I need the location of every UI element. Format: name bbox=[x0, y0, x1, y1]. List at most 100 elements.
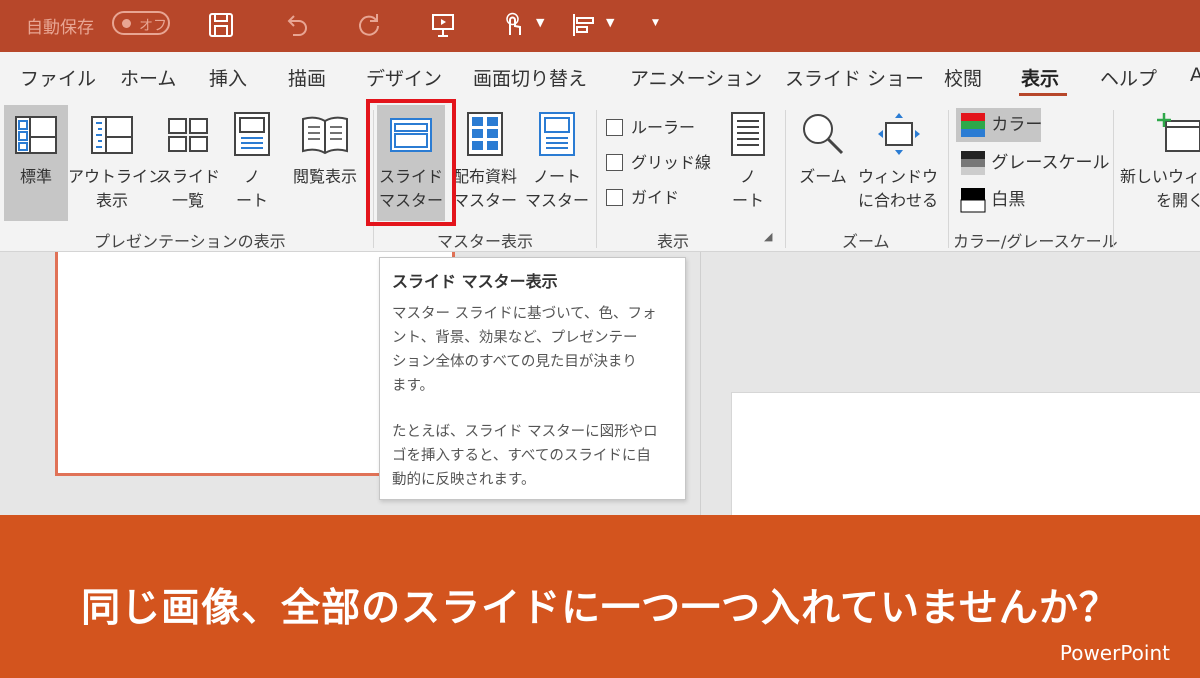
reading-view-icon bbox=[302, 116, 348, 155]
undo-icon[interactable] bbox=[280, 9, 312, 41]
new-window-button[interactable]: 新しいウィン を開く bbox=[1116, 105, 1200, 221]
checkbox-box[interactable] bbox=[606, 154, 623, 171]
tab-insert[interactable]: 挿入 bbox=[209, 64, 247, 91]
fit-to-window-button[interactable]: ウィンドウ に合わせる bbox=[854, 105, 942, 221]
group-separator bbox=[785, 110, 786, 248]
handout-master-button[interactable]: 配布資料 マスター bbox=[445, 105, 525, 221]
notes-pane-label-2: ート bbox=[731, 191, 764, 210]
group-separator bbox=[1113, 110, 1114, 248]
slide-master-tooltip: スライド マスター表示 マスター スライドに基づいて、色、フォ ント、背景、効果… bbox=[379, 257, 686, 500]
grayscale-label: グレースケール bbox=[991, 153, 1110, 173]
fit-to-window-label-1: ウィンドウ bbox=[857, 167, 938, 186]
toggle-dot bbox=[122, 19, 131, 28]
notes-page-button[interactable]: ノ ート bbox=[222, 105, 282, 221]
gridlines-label: グリッド線 bbox=[631, 153, 712, 172]
zoom-label: ズーム bbox=[799, 167, 847, 186]
group-separator bbox=[948, 110, 949, 248]
grayscale-swatch-icon bbox=[961, 151, 985, 175]
tab-help[interactable]: ヘルプ bbox=[1100, 64, 1157, 91]
pane-divider[interactable] bbox=[700, 252, 701, 515]
normal-view-label: 標準 bbox=[19, 167, 52, 186]
tab-home[interactable]: ホーム bbox=[120, 64, 176, 91]
redo-icon[interactable] bbox=[353, 9, 385, 41]
outline-view-button[interactable]: アウトライン 表示 bbox=[68, 105, 165, 221]
handout-master-label-1: 配布資料 bbox=[452, 167, 517, 186]
brand-label: PowerPoint bbox=[1059, 641, 1170, 665]
save-icon[interactable] bbox=[205, 9, 237, 41]
notes-master-button[interactable]: ノート マスター bbox=[525, 105, 589, 221]
tooltip-title: スライド マスター表示 bbox=[392, 272, 558, 291]
new-window-icon bbox=[1157, 113, 1200, 152]
group-label-zoom: ズーム bbox=[842, 232, 890, 251]
notes-page-icon bbox=[234, 112, 270, 156]
handout-master-label-2: マスター bbox=[452, 191, 517, 210]
notes-page-label-2: ート bbox=[235, 191, 268, 210]
tab-animations[interactable]: アニメーション bbox=[630, 64, 762, 91]
tab-file[interactable]: ファイル bbox=[20, 64, 96, 91]
tooltip-example: たとえば、スライド マスターに図形やロ ゴを挿入すると、すべてのスライドに自 動… bbox=[392, 424, 658, 488]
autosave-state: オフ bbox=[139, 18, 167, 34]
ruler-label: ルーラー bbox=[631, 118, 696, 137]
touch-mode-dropdown-icon[interactable]: ▼ bbox=[536, 16, 544, 29]
slide-editor[interactable] bbox=[731, 392, 1200, 522]
notes-pane-label-1: ノ bbox=[739, 167, 756, 186]
active-tab-indicator bbox=[1019, 93, 1067, 96]
tab-review[interactable]: 校閲 bbox=[944, 64, 982, 91]
group-label-presentation-views: プレゼンテーションの表示 bbox=[94, 232, 286, 251]
align-icon[interactable] bbox=[567, 9, 599, 41]
checkbox-box[interactable] bbox=[606, 189, 623, 206]
group-label-show: 表示 bbox=[657, 232, 690, 251]
align-dropdown-icon[interactable]: ▼ bbox=[606, 16, 614, 29]
tab-design[interactable]: デザイン bbox=[366, 64, 442, 91]
slide-sorter-button[interactable]: スライド 一覧 bbox=[156, 105, 220, 221]
notes-master-icon bbox=[539, 112, 575, 156]
notes-master-label-1: ノート bbox=[532, 167, 581, 186]
black-white-label: 白黒 bbox=[991, 190, 1026, 210]
present-icon[interactable] bbox=[427, 9, 459, 41]
autosave-toggle[interactable]: オフ bbox=[112, 11, 170, 35]
checkbox-box[interactable] bbox=[606, 119, 623, 136]
handout-master-icon bbox=[467, 112, 503, 156]
group-label-master-views: マスター表示 bbox=[437, 232, 534, 251]
reading-view-label: 閲覧表示 bbox=[292, 167, 357, 186]
fit-to-window-icon bbox=[878, 113, 920, 155]
notes-pane-button[interactable]: ノ ート bbox=[720, 105, 776, 221]
color-option[interactable]: カラー bbox=[956, 108, 1043, 142]
black-white-option[interactable]: 白黒 bbox=[960, 183, 1025, 217]
fit-to-window-label-2: に合わせる bbox=[857, 191, 938, 210]
headline-banner: 同じ画像、全部のスライドに一つ一つ入れていませんか？ PowerPoint bbox=[0, 515, 1200, 678]
headline-text: 同じ画像、全部のスライドに一つ一つ入れていませんか？ bbox=[81, 586, 1119, 631]
customize-icon[interactable]: ▼ bbox=[652, 18, 659, 28]
group-separator bbox=[596, 110, 597, 248]
notes-pane-icon bbox=[731, 112, 765, 156]
grayscale-option[interactable]: グレースケール bbox=[960, 146, 1110, 180]
new-window-label-1: 新しいウィン bbox=[1120, 167, 1200, 186]
tab-view[interactable]: 表示 bbox=[1021, 64, 1059, 91]
zoom-button[interactable]: ズーム bbox=[792, 105, 854, 221]
outline-view-label-2: 表示 bbox=[95, 191, 128, 210]
tab-transitions[interactable]: 画面切り替え bbox=[473, 64, 587, 91]
outline-view-icon bbox=[91, 116, 133, 154]
guides-checkbox[interactable]: ガイド bbox=[606, 184, 679, 208]
new-window-label-2: を開く bbox=[1156, 191, 1200, 210]
dialog-launcher-icon[interactable]: ◢ bbox=[764, 230, 772, 243]
outline-view-label-1: アウトライン bbox=[68, 167, 165, 186]
color-swatch-icon bbox=[961, 113, 985, 137]
tab-overflow[interactable]: A bbox=[1190, 64, 1200, 86]
black-white-swatch-icon bbox=[960, 188, 986, 213]
reading-view-button[interactable]: 閲覧表示 bbox=[284, 105, 366, 221]
group-label-color: カラー/グレースケール bbox=[953, 232, 1118, 251]
notes-master-label-2: マスター bbox=[525, 191, 590, 210]
gridlines-checkbox[interactable]: グリッド線 bbox=[606, 149, 711, 173]
color-label: カラー bbox=[991, 115, 1043, 135]
ruler-checkbox[interactable]: ルーラー bbox=[606, 114, 695, 138]
guides-label: ガイド bbox=[631, 188, 680, 207]
slide-master-highlight bbox=[366, 99, 456, 226]
normal-view-button[interactable]: 標準 bbox=[4, 105, 68, 221]
slide-sorter-label-1: スライド bbox=[156, 167, 221, 186]
quick-access-toolbar: 自動保存 オフ ▼ ▼ ▼ bbox=[0, 0, 1200, 52]
touch-mode-icon[interactable] bbox=[497, 9, 529, 41]
tab-draw[interactable]: 描画 bbox=[288, 64, 326, 91]
slide-sorter-icon bbox=[168, 118, 208, 152]
tab-slide-show[interactable]: スライド ショー bbox=[785, 64, 924, 91]
